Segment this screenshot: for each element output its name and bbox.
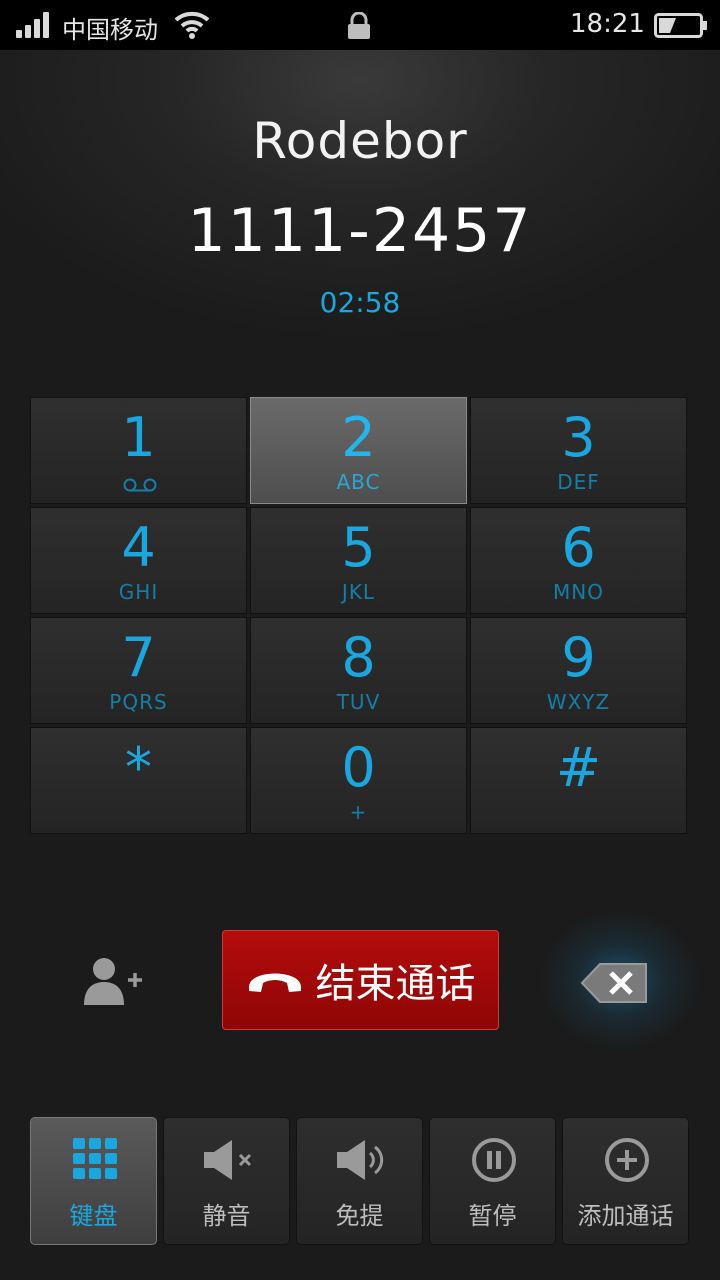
speaker-label: 免提 xyxy=(335,1202,384,1230)
signal-icon xyxy=(16,12,52,38)
dialpad-key-4[interactable]: 4 GHI xyxy=(30,507,247,614)
end-call-button[interactable]: 结束通话 xyxy=(222,930,499,1030)
dialpad-key-5[interactable]: 5 JKL xyxy=(250,507,467,614)
dialpad-key-hash[interactable]: # xyxy=(470,727,687,834)
end-call-label: 结束通话 xyxy=(315,961,476,1007)
pause-icon xyxy=(472,1138,516,1182)
carrier-name: 中国移动 xyxy=(62,16,158,44)
hang-up-icon xyxy=(248,973,301,992)
key-letters: WXYZ xyxy=(546,690,611,714)
dialpad-key-8[interactable]: 8 TUV xyxy=(250,617,467,724)
key-digit: 6 xyxy=(561,516,596,579)
key-digit: 3 xyxy=(561,406,596,469)
keypad-button[interactable]: 键盘 xyxy=(30,1117,157,1245)
caller-name: Rodebor xyxy=(252,112,468,170)
key-letters: JKL xyxy=(341,580,376,604)
key-letters: MNO xyxy=(553,580,604,604)
dialpad-key-2[interactable]: 2 ABC xyxy=(250,397,467,504)
key-letters: PQRS xyxy=(109,690,168,714)
caller-number: 1111-2457 xyxy=(187,196,533,266)
hold-label: 暂停 xyxy=(468,1202,517,1230)
dialpad: 1 2 ABC 3 DEF 4 GHI 5 JKL 6 MNO 7 PQRS 8… xyxy=(30,397,690,837)
in-call-toolbar: 键盘 静音 免提 暂停 添加通话 xyxy=(30,1117,692,1247)
status-time: 18:21 xyxy=(570,9,645,39)
dialpad-key-7[interactable]: 7 PQRS xyxy=(30,617,247,724)
lock-icon xyxy=(348,12,370,39)
hold-button[interactable]: 暂停 xyxy=(429,1117,556,1245)
wifi-icon xyxy=(174,11,210,39)
voicemail-icon xyxy=(123,478,157,492)
keypad-label: 键盘 xyxy=(69,1202,118,1230)
key-digit: 5 xyxy=(341,516,376,579)
key-digit: 2 xyxy=(341,406,376,469)
status-bar: 中国移动 18:21 xyxy=(0,0,720,50)
speaker-icon xyxy=(337,1140,384,1180)
key-digit: 8 xyxy=(341,626,376,689)
add-contact-icon[interactable] xyxy=(80,955,146,1007)
mute-label: 静音 xyxy=(202,1202,251,1230)
add-call-label: 添加通话 xyxy=(577,1202,674,1230)
key-digit: 7 xyxy=(121,626,156,689)
key-digit: 9 xyxy=(561,626,596,689)
dialpad-key-0[interactable]: 0 + xyxy=(250,727,467,834)
dialpad-key-1[interactable]: 1 xyxy=(30,397,247,504)
mute-button[interactable]: 静音 xyxy=(163,1117,290,1245)
key-digit: # xyxy=(555,736,602,799)
add-call-icon xyxy=(605,1138,649,1182)
dialpad-key-star[interactable]: * xyxy=(30,727,247,834)
call-duration: 02:58 xyxy=(319,286,401,319)
key-letters: GHI xyxy=(118,580,159,604)
battery-icon xyxy=(654,13,707,38)
dialpad-key-9[interactable]: 9 WXYZ xyxy=(470,617,687,724)
key-digit: 1 xyxy=(121,406,156,469)
dialpad-key-3[interactable]: 3 DEF xyxy=(470,397,687,504)
speaker-button[interactable]: 免提 xyxy=(296,1117,423,1245)
key-letters: ABC xyxy=(336,470,381,494)
dialpad-key-6[interactable]: 6 MNO xyxy=(470,507,687,614)
key-letters: + xyxy=(349,800,368,824)
backspace-icon[interactable] xyxy=(580,962,648,1004)
key-letters: TUV xyxy=(336,690,381,714)
keypad-icon xyxy=(73,1138,117,1179)
key-digit: 4 xyxy=(121,516,156,579)
key-letters: DEF xyxy=(557,470,600,494)
mute-icon xyxy=(204,1140,252,1180)
add-call-button[interactable]: 添加通话 xyxy=(562,1117,689,1245)
key-digit: 0 xyxy=(341,736,376,799)
key-digit: * xyxy=(125,736,152,799)
